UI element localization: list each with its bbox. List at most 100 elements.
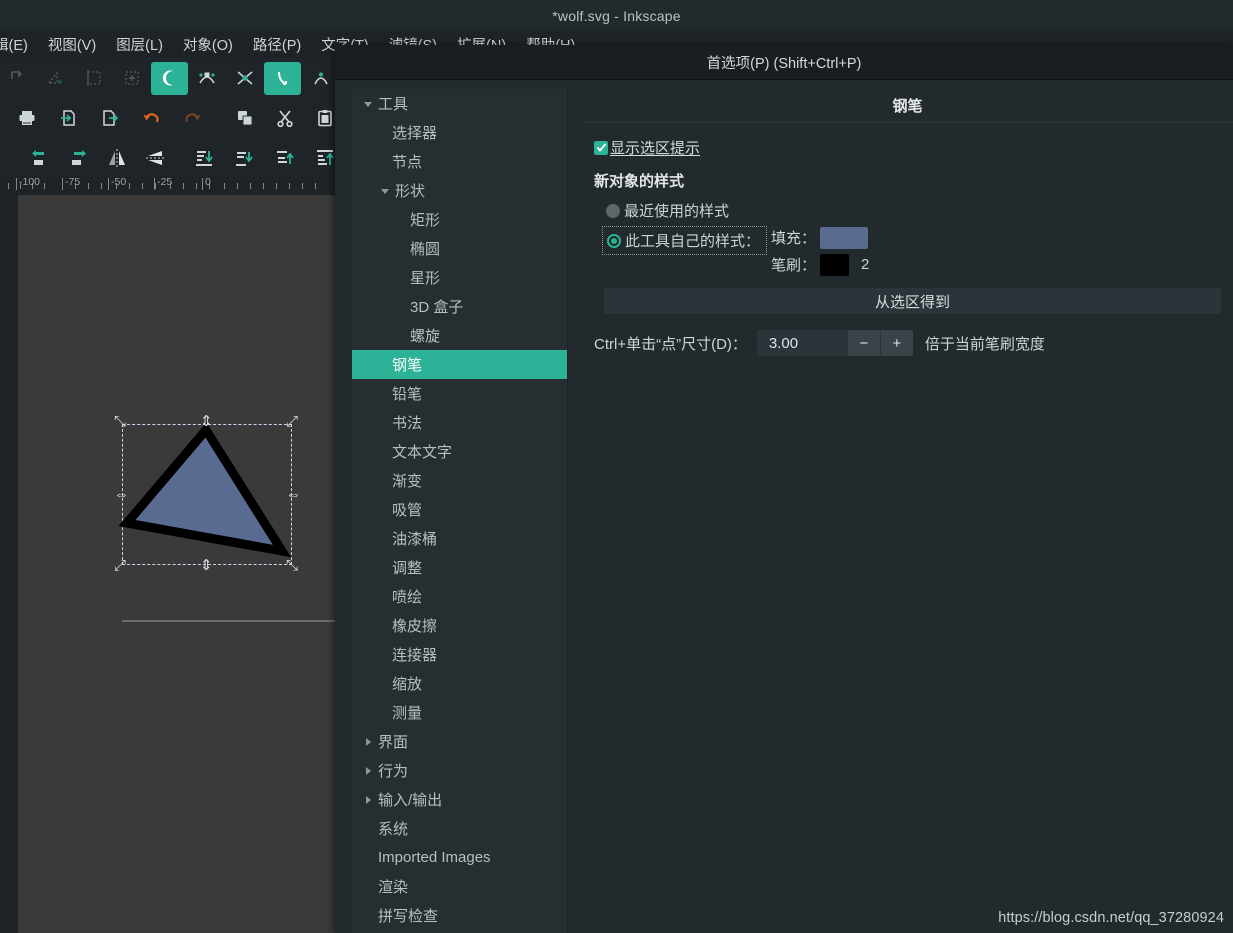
lower-icon[interactable]: [231, 142, 259, 175]
preferences-dialog: 首选项(P) (Shift+Ctrl+P) 工具 选择器 节点 形状 矩形 椭圆…: [335, 45, 1233, 933]
own-style-row: 此工具自己的样式： 填充： 笔刷： 2: [594, 224, 1233, 278]
dot-size-increment-button[interactable]: +: [879, 330, 913, 356]
handle-bottom-center[interactable]: ⇕: [200, 558, 213, 573]
handle-bottom-left[interactable]: ⤢: [114, 558, 126, 573]
snap-cusp-node-icon[interactable]: [227, 62, 264, 95]
tree-item-node[interactable]: 节点: [352, 147, 567, 176]
tree-item-3dbox[interactable]: 3D 盒子: [352, 292, 567, 321]
menu-layer[interactable]: 图层(L): [106, 32, 173, 57]
radio-own-style-row[interactable]: 此工具自己的样式：: [602, 226, 768, 255]
tree-item-connector[interactable]: 连接器: [352, 640, 567, 669]
show-selection-cue-row[interactable]: 显示选区提示: [594, 137, 1233, 158]
pane-title: 钢笔: [892, 98, 923, 115]
horizontal-ruler[interactable]: -100 -75 -50 -25 0: [0, 175, 340, 195]
tree-item-text[interactable]: 文本文字: [352, 437, 567, 466]
pane-content: 显示选区提示 新对象的样式 最近使用的样式 此工具自己的样式： 填充： 笔刷： …: [582, 123, 1233, 356]
chevron-down-icon[interactable]: [377, 186, 393, 196]
menu-path[interactable]: 路径(P): [243, 32, 311, 57]
print-icon[interactable]: [12, 102, 41, 135]
handle-bottom-right[interactable]: ⤡: [286, 558, 298, 573]
cut-icon[interactable]: [270, 102, 299, 135]
take-from-selection-button[interactable]: 从选区得到: [604, 288, 1221, 314]
tree-item-spellcheck[interactable]: 拼写检查: [352, 901, 567, 930]
export-icon[interactable]: [94, 102, 123, 135]
tree-item-shapes[interactable]: 形状: [352, 176, 567, 205]
undo-icon[interactable]: [136, 102, 165, 135]
tree-item-spray[interactable]: 喷绘: [352, 582, 567, 611]
handle-middle-left[interactable]: ⇔: [114, 487, 129, 502]
tree-item-label: 选择器: [392, 125, 438, 142]
handle-top-right[interactable]: ⤢: [286, 414, 298, 429]
snap-path-icon[interactable]: [151, 61, 188, 95]
radio-last-used-style-row[interactable]: 最近使用的样式: [606, 197, 1233, 224]
menu-object[interactable]: 对象(O): [173, 32, 243, 57]
ruler-label-0: -100: [19, 176, 41, 188]
chevron-right-icon[interactable]: [360, 737, 376, 747]
preferences-tree[interactable]: 工具 选择器 节点 形状 矩形 椭圆 星形 3D 盒子 螺旋 钢笔 铅笔 书法 …: [352, 89, 568, 933]
tree-item-input-output[interactable]: 输入/输出: [352, 785, 567, 814]
menu-view[interactable]: 视图(V): [38, 32, 106, 57]
raise-icon[interactable]: [271, 142, 299, 175]
chevron-down-icon[interactable]: [360, 99, 376, 109]
redo-icon[interactable]: [178, 102, 207, 135]
dialog-title: 首选项(P) (Shift+Ctrl+P): [706, 55, 862, 72]
handle-top-left[interactable]: ⤡: [114, 414, 126, 429]
snap-bbox-center-icon[interactable]: [113, 62, 150, 95]
tree-item-star[interactable]: 星形: [352, 263, 567, 292]
stroke-color-swatch[interactable]: [820, 253, 850, 276]
menu-edit[interactable]: 辑(E): [0, 32, 38, 57]
take-from-selection-label: 从选区得到: [874, 293, 950, 311]
snap-bbox-edge-midpoint-icon[interactable]: [76, 62, 113, 95]
import-icon[interactable]: [54, 102, 83, 135]
tree-item-system[interactable]: 系统: [352, 814, 567, 843]
tree-item-tools[interactable]: 工具: [352, 89, 567, 118]
chevron-right-icon[interactable]: [360, 766, 376, 776]
tree-item-zoom[interactable]: 缩放: [352, 669, 567, 698]
tree-item-paintbucket[interactable]: 油漆桶: [352, 524, 567, 553]
vertical-ruler[interactable]: [0, 195, 18, 933]
dot-size-stepper[interactable]: 3.00 − +: [756, 330, 913, 356]
tree-item-tweak[interactable]: 调整: [352, 553, 567, 582]
tree-item-imported-images[interactable]: Imported Images: [352, 843, 567, 872]
tree-item-eraser[interactable]: 橡皮擦: [352, 611, 567, 640]
dot-size-input[interactable]: 3.00: [756, 330, 847, 356]
rotate-left-icon[interactable]: [26, 142, 54, 175]
duplicate-icon[interactable]: [230, 102, 259, 135]
lower-to-bottom-icon[interactable]: [190, 142, 218, 175]
triangle-path[interactable]: [116, 417, 301, 573]
tree-item-gradient[interactable]: 渐变: [352, 466, 567, 495]
tree-item-interface[interactable]: 界面: [352, 727, 567, 756]
style-swatches: 填充： 笔刷： 2: [771, 224, 869, 278]
tree-item-behavior[interactable]: 行为: [352, 756, 567, 785]
checkbox-checked-icon[interactable]: [594, 140, 608, 155]
chevron-right-icon[interactable]: [360, 795, 376, 805]
flip-horizontal-icon[interactable]: [103, 142, 131, 175]
snap-bbox-corner-icon[interactable]: [38, 62, 75, 95]
snap-path-intersection-icon[interactable]: [189, 62, 226, 95]
drawing-canvas[interactable]: ⤡ ⇕ ⤢ ⇔ ⇔ ⤢ ⇕ ⤡: [18, 195, 340, 933]
tree-item-pen[interactable]: 钢笔: [352, 350, 567, 379]
tree-item-spiral[interactable]: 螺旋: [352, 321, 567, 350]
tree-item-label: 钢笔: [392, 357, 423, 374]
tree-item-ellipse[interactable]: 椭圆: [352, 234, 567, 263]
radio-last-used-style-label: 最近使用的样式: [624, 203, 730, 220]
rotate-right-icon[interactable]: [65, 142, 93, 175]
handle-middle-right[interactable]: ⇔: [286, 487, 301, 502]
tree-item-pencil[interactable]: 铅笔: [352, 379, 567, 408]
dot-size-decrement-button[interactable]: −: [846, 330, 880, 356]
snap-smooth-node-icon[interactable]: [264, 61, 302, 95]
tree-item-selector[interactable]: 选择器: [352, 118, 567, 147]
fill-color-swatch[interactable]: [820, 226, 869, 249]
tree-item-measure[interactable]: 测量: [352, 698, 567, 727]
flip-vertical-icon[interactable]: [142, 142, 170, 175]
tree-item-rendering[interactable]: 渲染: [352, 872, 567, 901]
tree-item-rectangle[interactable]: 矩形: [352, 205, 567, 234]
handle-top-center[interactable]: ⇕: [200, 414, 213, 429]
tree-item-dropper[interactable]: 吸管: [352, 495, 567, 524]
radio-selected-icon[interactable]: [607, 233, 621, 248]
commands-toolbar: [0, 98, 340, 138]
snap-node-icon[interactable]: [0, 62, 37, 95]
snap-midpoint-icon[interactable]: [302, 62, 339, 95]
tree-item-calligraphy[interactable]: 书法: [352, 408, 567, 437]
radio-unselected-icon[interactable]: [606, 203, 620, 218]
